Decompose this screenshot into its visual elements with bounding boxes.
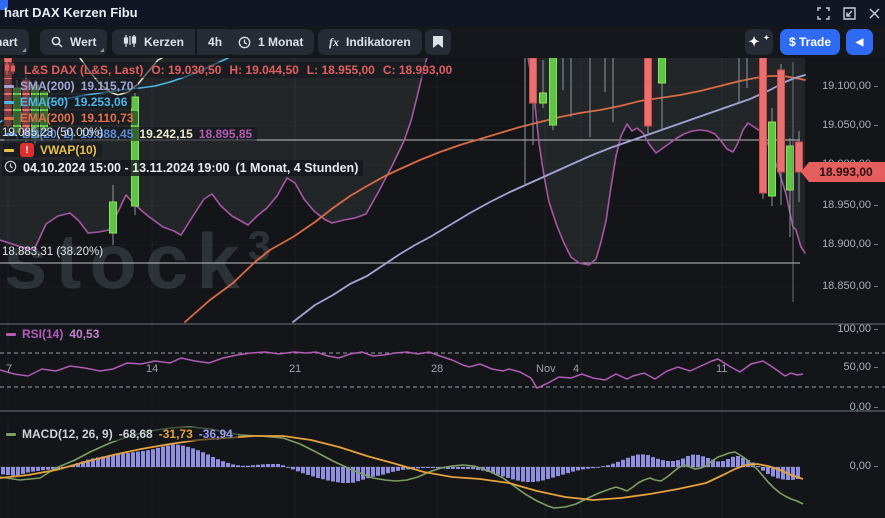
date-range-text: 04.10.2024 15:00 - 13.11.2024 19:00 bbox=[23, 161, 230, 175]
legend-rsi[interactable]: RSI(14) 40,53 bbox=[4, 327, 105, 341]
timeframe-label: 4h bbox=[208, 35, 223, 49]
price-axis-label: 50,00 bbox=[800, 361, 878, 373]
ema200-name: EMA(200) bbox=[20, 111, 75, 125]
date-axis-label: 14 bbox=[146, 363, 159, 375]
range-button[interactable]: 1 Monat bbox=[227, 29, 315, 55]
candles-button[interactable]: Kerzen bbox=[112, 29, 195, 55]
price-axis-label: 0,00 bbox=[800, 460, 878, 472]
date-axis-label: 7 bbox=[6, 363, 13, 375]
instrument-name: L&S DAX (L&S, Last) bbox=[24, 63, 144, 77]
symbol-search-button[interactable]: Wert bbox=[40, 29, 108, 55]
low-value: L: 18.955,00 bbox=[306, 63, 375, 77]
price-axis-label: 19.100,00 bbox=[800, 80, 878, 92]
mini-candles-icon bbox=[4, 62, 16, 78]
bookmark-button[interactable] bbox=[425, 29, 451, 55]
price-axis-label: 18.850,00 bbox=[800, 280, 878, 292]
indicators-button[interactable]: fx Indikatoren bbox=[318, 29, 422, 55]
trade-button[interactable]: $ Trade bbox=[780, 29, 840, 55]
macd-name: MACD(12, 26, 9) bbox=[22, 427, 113, 441]
price-axis-label: 18.900,00 bbox=[800, 238, 878, 250]
price-axis-label: 100,00 bbox=[800, 323, 878, 335]
candles-label: Kerzen bbox=[144, 35, 185, 49]
warning-icon: ! bbox=[20, 143, 34, 157]
search-icon bbox=[51, 36, 63, 48]
popout-icon bbox=[842, 6, 856, 20]
sma-value: 19.115,70 bbox=[80, 79, 134, 93]
date-axis-label: 4 bbox=[573, 363, 580, 375]
high-value: H: 19.044,50 bbox=[229, 63, 299, 77]
macd-signal-value: -31,73 bbox=[158, 427, 193, 441]
indicators-label: Indikatoren bbox=[346, 35, 411, 49]
bookmark-icon bbox=[433, 36, 443, 48]
title-bar: hart DAX Kerzen Fibu bbox=[0, 0, 885, 26]
legend-macd[interactable]: MACD(12, 26, 9) -68,68 -31,73 -36,94 bbox=[4, 427, 238, 441]
fx-icon: fx bbox=[329, 34, 339, 49]
close-icon bbox=[869, 8, 880, 19]
sparkle-mini-icon: ✦ bbox=[763, 35, 770, 42]
chart-type-button[interactable]: hart bbox=[0, 29, 29, 55]
macd-dash-icon bbox=[6, 432, 16, 436]
chevron-left-icon: ◀ bbox=[855, 36, 864, 48]
price-axis-label: 18.950,00 bbox=[800, 199, 878, 211]
trade-label: $ Trade bbox=[788, 35, 832, 49]
symbol-label: Wert bbox=[70, 35, 97, 49]
sparkle-icon: ✦ bbox=[748, 34, 760, 49]
chart-style-group: Kerzen 4h bbox=[112, 29, 234, 55]
date-axis-label: 11 bbox=[716, 363, 728, 375]
trading-app-window: hart DAX Kerzen Fibu hart bbox=[0, 0, 885, 518]
price-axis[interactable]: 19.100,0019.050,0019.000,0018.950,0018.9… bbox=[800, 58, 885, 518]
date-axis-label: 21 bbox=[289, 363, 302, 375]
legend-instrument[interactable]: L&S DAX (L&S, Last) O: 19.030,50 H: 19.0… bbox=[2, 62, 458, 78]
ema50-value: 19.253,06 bbox=[74, 95, 128, 109]
range-label: 1 Monat bbox=[258, 35, 304, 49]
window-title: hart DAX Kerzen Fibu bbox=[4, 5, 138, 20]
ema50-dash-icon bbox=[4, 100, 14, 104]
vwap-dash-icon bbox=[4, 148, 14, 152]
clock-icon-small bbox=[4, 160, 17, 176]
maximize-icon bbox=[816, 6, 830, 20]
last-price-tag: 18.993,00 bbox=[801, 162, 885, 182]
clock-icon bbox=[238, 36, 251, 49]
date-range-info: 04.10.2024 15:00 - 13.11.2024 19:00 (1 M… bbox=[2, 160, 364, 176]
bb-lower-value: 18.895,85 bbox=[198, 127, 253, 141]
magic-button[interactable]: ✦ ✦ bbox=[745, 29, 773, 55]
ema50-name: EMA(50) bbox=[20, 95, 69, 109]
toolbar: hart Wert Kerzen 4h bbox=[0, 26, 885, 58]
sma-name: SMA(200) bbox=[20, 79, 75, 93]
chart-type-label: hart bbox=[0, 35, 18, 49]
collapse-panel-button[interactable]: ◀ bbox=[846, 29, 873, 55]
rsi-dash-icon bbox=[6, 332, 16, 336]
close-button[interactable] bbox=[866, 5, 882, 21]
macd-hist-value: -36,94 bbox=[198, 427, 233, 441]
legend-sma200[interactable]: SMA(200) 19.115,70 bbox=[2, 79, 139, 93]
sma-dash-icon bbox=[4, 84, 14, 88]
ema200-value: 19.110,73 bbox=[80, 111, 134, 125]
candles-icon bbox=[123, 34, 137, 51]
date-axis-label: Nov bbox=[536, 363, 556, 375]
close-value: C: 18.993,00 bbox=[382, 63, 453, 77]
popout-button[interactable] bbox=[841, 5, 857, 21]
maximize-button[interactable] bbox=[815, 5, 831, 21]
legend-ema50[interactable]: EMA(50) 19.253,06 bbox=[2, 95, 133, 109]
fib-level-50-label: 19.085,23 (50.00%) bbox=[2, 127, 104, 139]
macd-value: -68,68 bbox=[118, 427, 153, 441]
rsi-name: RSI(14) bbox=[22, 327, 64, 341]
price-axis-label: 19.050,00 bbox=[800, 119, 878, 131]
fib-level-38-label: 18.883,31 (38.20%) bbox=[2, 246, 104, 258]
bb-middle-value: 19.242,15 bbox=[139, 127, 193, 141]
price-axis-label: 0,00 bbox=[800, 401, 878, 413]
ema200-dash-icon bbox=[4, 116, 14, 120]
rsi-value: 40,53 bbox=[69, 327, 100, 341]
legend-ema200[interactable]: EMA(200) 19.110,73 bbox=[2, 111, 139, 125]
legend-vwap[interactable]: ! VWAP(10) bbox=[2, 143, 102, 157]
open-value: O: 19.030,50 bbox=[151, 63, 222, 77]
date-range-detail: (1 Monat, 4 Stunden) bbox=[235, 161, 359, 175]
vwap-name: VWAP(10) bbox=[40, 143, 97, 157]
date-axis-label: 28 bbox=[431, 363, 444, 375]
